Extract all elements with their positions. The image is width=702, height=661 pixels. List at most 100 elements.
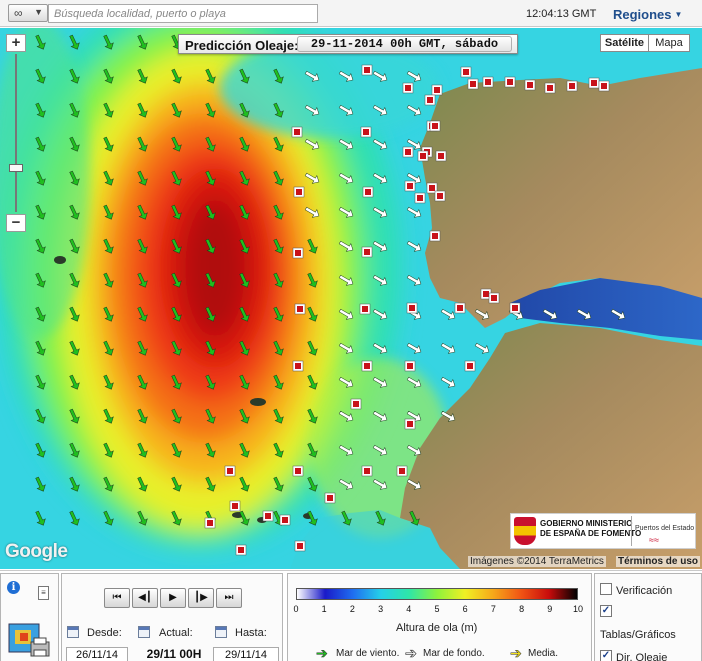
previous-frame-button[interactable]: ◀┃	[132, 588, 158, 608]
search-tool-dropdown[interactable]: ∞ ▼	[8, 4, 48, 22]
buoy-marker[interactable]	[294, 540, 306, 552]
puertos-del-estado-text: Puertos del Estado	[635, 525, 695, 532]
calendar-to-icon[interactable]	[215, 626, 227, 638]
buoy-marker[interactable]	[504, 76, 516, 88]
buoy-marker[interactable]	[566, 80, 578, 92]
zoom-out-button[interactable]: −	[6, 214, 26, 232]
buoy-marker[interactable]	[402, 146, 414, 158]
wave-height-colorbar	[296, 588, 578, 600]
buoy-marker[interactable]	[396, 465, 408, 477]
buoy-marker[interactable]	[482, 76, 494, 88]
buoy-marker[interactable]	[359, 303, 371, 315]
buoy-marker[interactable]	[435, 150, 447, 162]
document-icon[interactable]: ≡	[38, 586, 49, 600]
buoy-marker[interactable]	[402, 82, 414, 94]
buoy-marker[interactable]	[361, 360, 373, 372]
buoy-marker[interactable]	[464, 360, 476, 372]
buoy-marker[interactable]	[429, 230, 441, 242]
colorbar-tick: 8	[519, 604, 525, 614]
maptype-satellite-button[interactable]: Satélite	[600, 34, 649, 52]
ministry-text: GOBIERNO MINISTERIO DE ESPAÑA DE FOMENTO	[540, 519, 642, 538]
buoy-marker[interactable]	[292, 247, 304, 259]
current-label: Actual:	[159, 627, 193, 639]
terms-of-use-link[interactable]: Términos de uso	[616, 556, 701, 567]
print-map-icon[interactable]	[7, 620, 52, 660]
wave-forecast-map[interactable]: Predicción Oleaje: 29-11-2014 00h GMT, s…	[0, 28, 702, 569]
buoy-marker[interactable]	[293, 186, 305, 198]
calendar-current-icon[interactable]	[138, 626, 150, 638]
tables-graphs-checkbox[interactable]: ✓	[600, 605, 612, 617]
buoy-marker[interactable]	[544, 82, 556, 94]
buoy-marker[interactable]	[235, 544, 247, 556]
buoy-marker[interactable]	[262, 510, 274, 522]
verification-checkbox[interactable]	[600, 583, 612, 595]
buoy-marker[interactable]	[414, 192, 426, 204]
dropdown-arrow-icon: ▼	[34, 7, 43, 17]
colorbar-tick: 2	[349, 604, 355, 614]
buoy-marker[interactable]	[360, 126, 372, 138]
buoy-marker[interactable]	[406, 302, 418, 314]
colorbar-tick: 10	[572, 604, 583, 614]
buoy-marker[interactable]	[291, 126, 303, 138]
forecast-date-slider[interactable]: 29-11-2014 00h GMT, sábado	[297, 36, 512, 52]
buoy-marker[interactable]	[279, 514, 291, 526]
buoy-marker[interactable]	[454, 302, 466, 314]
buoy-marker[interactable]	[361, 246, 373, 258]
location-search-input[interactable]	[48, 4, 318, 23]
buoy-marker[interactable]	[350, 398, 362, 410]
buoy-marker[interactable]	[362, 186, 374, 198]
buoy-marker[interactable]	[460, 66, 472, 78]
forecast-title: Predicción Oleaje:	[185, 38, 299, 53]
wave-direction-label: Dir. Oleaje	[616, 652, 668, 661]
zoom-in-button[interactable]: +	[6, 34, 26, 52]
colorbar-tick: 5	[434, 604, 440, 614]
colorbar-tick: 9	[547, 604, 553, 614]
buoy-marker[interactable]	[524, 79, 536, 91]
play-button[interactable]: ▶	[160, 588, 186, 608]
buoy-marker[interactable]	[431, 84, 443, 96]
to-label: Hasta:	[235, 627, 267, 639]
buoy-marker[interactable]	[294, 303, 306, 315]
buoy-marker[interactable]	[424, 94, 436, 106]
time-controls: ⏮ ◀┃ ▶ ┃▶ ⏭ Desde: Actual: Hasta: 26/11/…	[61, 573, 283, 661]
colorbar-ticks: 0 1 2 3 4 5 6 7 8 9 10	[293, 604, 583, 616]
government-logo[interactable]: GOBIERNO MINISTERIO DE ESPAÑA DE FOMENTO…	[510, 513, 696, 549]
maptype-map-button[interactable]: Mapa	[648, 34, 690, 52]
last-frame-button[interactable]: ⏭	[216, 588, 242, 608]
buoy-marker[interactable]	[404, 418, 416, 430]
buoy-marker[interactable]	[434, 190, 446, 202]
zoom-track[interactable]	[15, 54, 17, 212]
buoy-marker[interactable]	[404, 180, 416, 192]
swell-arrow-icon: ➔	[405, 645, 417, 661]
calendar-from-icon[interactable]	[67, 626, 79, 638]
buoy-marker[interactable]	[429, 120, 441, 132]
buoy-marker[interactable]	[204, 517, 216, 529]
tools-box: i ≡	[0, 573, 59, 661]
binoculars-icon: ∞	[14, 6, 23, 20]
wave-direction-checkbox[interactable]: ✓	[600, 650, 612, 661]
buoy-marker[interactable]	[467, 78, 479, 90]
first-frame-button[interactable]: ⏮	[104, 588, 130, 608]
buoy-marker[interactable]	[417, 150, 429, 162]
buoy-marker[interactable]	[598, 80, 610, 92]
regions-menu[interactable]: Regiones ▼	[613, 7, 682, 22]
buoy-marker[interactable]	[404, 360, 416, 372]
buoy-marker[interactable]	[488, 292, 500, 304]
buoy-marker[interactable]	[361, 64, 373, 76]
buoy-marker[interactable]	[324, 492, 336, 504]
wind-sea-arrow-icon: ➔	[316, 645, 328, 661]
buoy-marker[interactable]	[292, 465, 304, 477]
info-icon[interactable]: i	[7, 581, 20, 594]
next-frame-button[interactable]: ┃▶	[188, 588, 214, 608]
forecast-title-panel: Predicción Oleaje: 29-11-2014 00h GMT, s…	[178, 34, 518, 54]
buoy-marker[interactable]	[224, 465, 236, 477]
to-date-field[interactable]: 29/11/14	[213, 647, 279, 661]
buoy-marker[interactable]	[229, 500, 241, 512]
buoy-marker[interactable]	[588, 77, 600, 89]
buoy-marker[interactable]	[292, 360, 304, 372]
buoy-marker[interactable]	[361, 465, 373, 477]
from-date-field[interactable]: 26/11/14	[66, 647, 128, 661]
zoom-thumb[interactable]	[9, 164, 23, 172]
top-toolbar: ∞ ▼ 12:04:13 GMT Regiones▼	[0, 0, 702, 27]
buoy-marker[interactable]	[509, 302, 521, 314]
